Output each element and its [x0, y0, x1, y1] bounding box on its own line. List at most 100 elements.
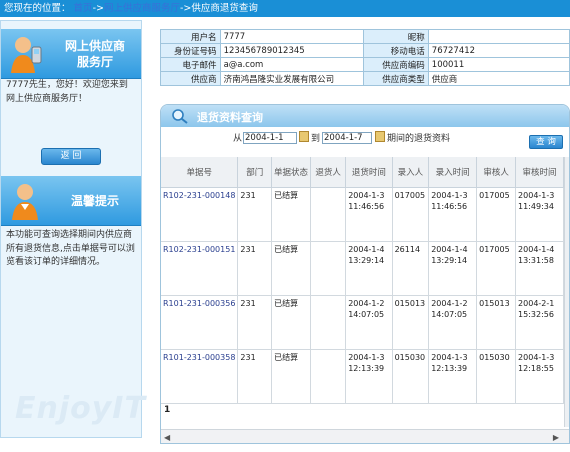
col-audit-time[interactable]: 审核时间 — [515, 157, 564, 188]
period-suffix: 期间的退货资料 — [387, 134, 451, 144]
breadcrumb: 您现在的位置： 首页->网上供应商服务厅->供应商退货查询 — [0, 0, 570, 17]
return-date: 2004-1-4 — [348, 244, 385, 254]
breadcrumb-service-hall-link[interactable]: 网上供应商服务厅 — [104, 3, 180, 14]
tips-text: 本功能可查询选择期间内供应商所有退货信息,点击单据号可以浏览看该订单的详细情况。 — [6, 230, 135, 267]
audit-clock: 12:18:55 — [518, 363, 554, 373]
doc-no-link[interactable]: R102-231-000151 — [161, 241, 239, 296]
audit-clock: 11:49:34 — [518, 201, 554, 211]
mobile-label: 移动电话 — [363, 43, 429, 58]
panel-title: 退货资料查询 — [197, 111, 263, 124]
col-return-time[interactable]: 退货时间 — [345, 157, 393, 188]
col-entry-time[interactable]: 录入时间 — [428, 157, 478, 188]
entry-time-cell: 2004-1-3 11:46:56 — [428, 187, 478, 242]
date-range-row: 从 — [233, 131, 242, 144]
info-row: 身份证号码 123456789012345 移动电话 76727412 — [160, 43, 570, 58]
start-date-input[interactable]: 2004-1-1 — [243, 132, 297, 144]
col-status[interactable]: 单据状态 — [271, 157, 311, 188]
back-button[interactable]: 返 回 — [41, 148, 101, 165]
supplier-value: 济南鸿昌隆实业发展有限公司 — [219, 71, 365, 86]
return-query-panel: 退货资料查询 从 2004-1-1 到 2004-1-7 期间的退货资料 查 询… — [160, 104, 570, 444]
returner-cell — [310, 187, 347, 242]
doc-no-link[interactable]: R101-231-000358 — [161, 349, 239, 404]
table-row[interactable]: R101-231-000358 231 已结算 2004-1-3 12:13:39… — [161, 349, 564, 404]
entry-date: 2004-1-4 — [431, 244, 468, 254]
audit-date: 2004-1-4 — [518, 244, 555, 254]
tips-header: 温馨提示 — [1, 176, 141, 226]
magnifier-icon — [172, 109, 188, 124]
audit-time-cell: 2004-1-4 13:31:58 — [515, 241, 564, 296]
return-date: 2004-1-3 — [348, 190, 385, 200]
vertical-scrollbar[interactable] — [564, 157, 569, 427]
return-time-cell: 2004-1-3 11:46:56 — [345, 187, 393, 242]
info-row: 电子邮件 a@a.com 供应商编码 100011 — [160, 57, 570, 72]
status-cell: 已结算 — [271, 295, 311, 350]
col-returner[interactable]: 退货人 — [310, 157, 347, 188]
info-row: 供应商 济南鸿昌隆实业发展有限公司 供应商类型 供应商 — [160, 71, 570, 86]
supplier-type-label: 供应商类型 — [363, 71, 429, 86]
returner-cell — [310, 295, 347, 350]
returns-table: 单据号 部门 单据状态 退货人 退货时间 录入人 录入时间 审核人 审核时间 R… — [161, 157, 564, 404]
col-doc-no[interactable]: 单据号 — [161, 157, 239, 188]
from-label: 从 — [233, 134, 243, 144]
return-time-cell: 2004-1-3 12:13:39 — [345, 349, 393, 404]
entry-clock: 14:07:05 — [431, 309, 468, 319]
entry-user-cell: 017005 — [392, 187, 430, 242]
tips-title: 温馨提示 — [70, 194, 119, 208]
end-calendar-icon[interactable] — [375, 131, 385, 142]
status-cell: 已结算 — [271, 187, 311, 242]
breadcrumb-separator: -> — [92, 3, 104, 14]
table-row[interactable]: R101-231-000356 231 已结算 2004-1-2 14:07:05… — [161, 295, 564, 350]
nickname-value — [427, 29, 570, 44]
status-cell: 已结算 — [271, 241, 311, 296]
info-row: 用户名 7777 昵称 — [160, 29, 570, 44]
service-hall-title: 网上供应商 服务厅 — [51, 38, 139, 70]
idcard-value: 123456789012345 — [219, 43, 365, 58]
service-hall-header: 网上供应商 服务厅 — [1, 29, 141, 79]
returner-cell — [310, 349, 347, 404]
auditor-cell: 015030 — [476, 349, 517, 404]
audit-date: 2004-1-3 — [518, 190, 555, 200]
end-date-input[interactable]: 2004-1-7 — [322, 132, 372, 144]
table-row[interactable]: R102-231-000148 231 已结算 2004-1-3 11:46:56… — [161, 187, 564, 242]
username-value: 7777 — [219, 29, 365, 44]
audit-date: 2004-1-3 — [518, 352, 555, 362]
breadcrumb-current: 供应商退货查询 — [191, 3, 258, 14]
entry-date: 2004-1-3 — [431, 190, 468, 200]
entry-clock: 12:13:39 — [431, 363, 468, 373]
return-clock: 13:29:14 — [348, 255, 385, 265]
supplier-type-value: 供应商 — [427, 71, 570, 86]
email-label: 电子邮件 — [160, 57, 221, 72]
panel-header: 退货资料查询 — [161, 105, 569, 127]
doc-no-link[interactable]: R102-231-000148 — [161, 187, 239, 242]
entry-clock: 11:46:56 — [431, 201, 468, 211]
horizontal-scrollbar[interactable]: ◀ ▶ — [161, 429, 569, 443]
query-button[interactable]: 查 询 — [529, 135, 563, 149]
service-hall-title-line2: 服务厅 — [76, 55, 113, 69]
doc-no-link[interactable]: R101-231-000356 — [161, 295, 239, 350]
entry-date: 2004-1-2 — [431, 298, 468, 308]
status-cell: 已结算 — [271, 349, 311, 404]
entry-user-cell: 015030 — [392, 349, 430, 404]
welcome-text: 7777先生，您好！欢迎您来到网上供应商服务厅！ — [6, 80, 128, 104]
idcard-label: 身份证号码 — [160, 43, 221, 58]
start-calendar-icon[interactable] — [299, 131, 309, 142]
entry-date: 2004-1-3 — [431, 352, 468, 362]
breadcrumb-home-link[interactable]: 首页 — [74, 3, 93, 14]
table-row[interactable]: R102-231-000151 231 已结算 2004-1-4 13:29:14… — [161, 241, 564, 296]
scroll-right-arrow-icon[interactable]: ▶ — [553, 433, 559, 442]
col-dept[interactable]: 部门 — [237, 157, 273, 188]
supplier-code-value: 100011 — [427, 57, 570, 72]
return-clock: 12:13:39 — [348, 363, 385, 373]
auditor-cell: 017005 — [476, 187, 517, 242]
auditor-cell: 017005 — [476, 241, 517, 296]
entry-time-cell: 2004-1-2 14:07:05 — [428, 295, 478, 350]
dept-cell: 231 — [237, 241, 273, 296]
col-entry-user[interactable]: 录入人 — [392, 157, 430, 188]
dept-cell: 231 — [237, 187, 273, 242]
entry-user-cell: 015013 — [392, 295, 430, 350]
page-number[interactable]: 1 — [164, 405, 170, 415]
entry-clock: 13:29:14 — [431, 255, 468, 265]
col-auditor[interactable]: 审核人 — [476, 157, 517, 188]
table-header-row: 单据号 部门 单据状态 退货人 退货时间 录入人 录入时间 审核人 审核时间 — [161, 157, 564, 188]
scroll-left-arrow-icon[interactable]: ◀ — [164, 433, 170, 442]
